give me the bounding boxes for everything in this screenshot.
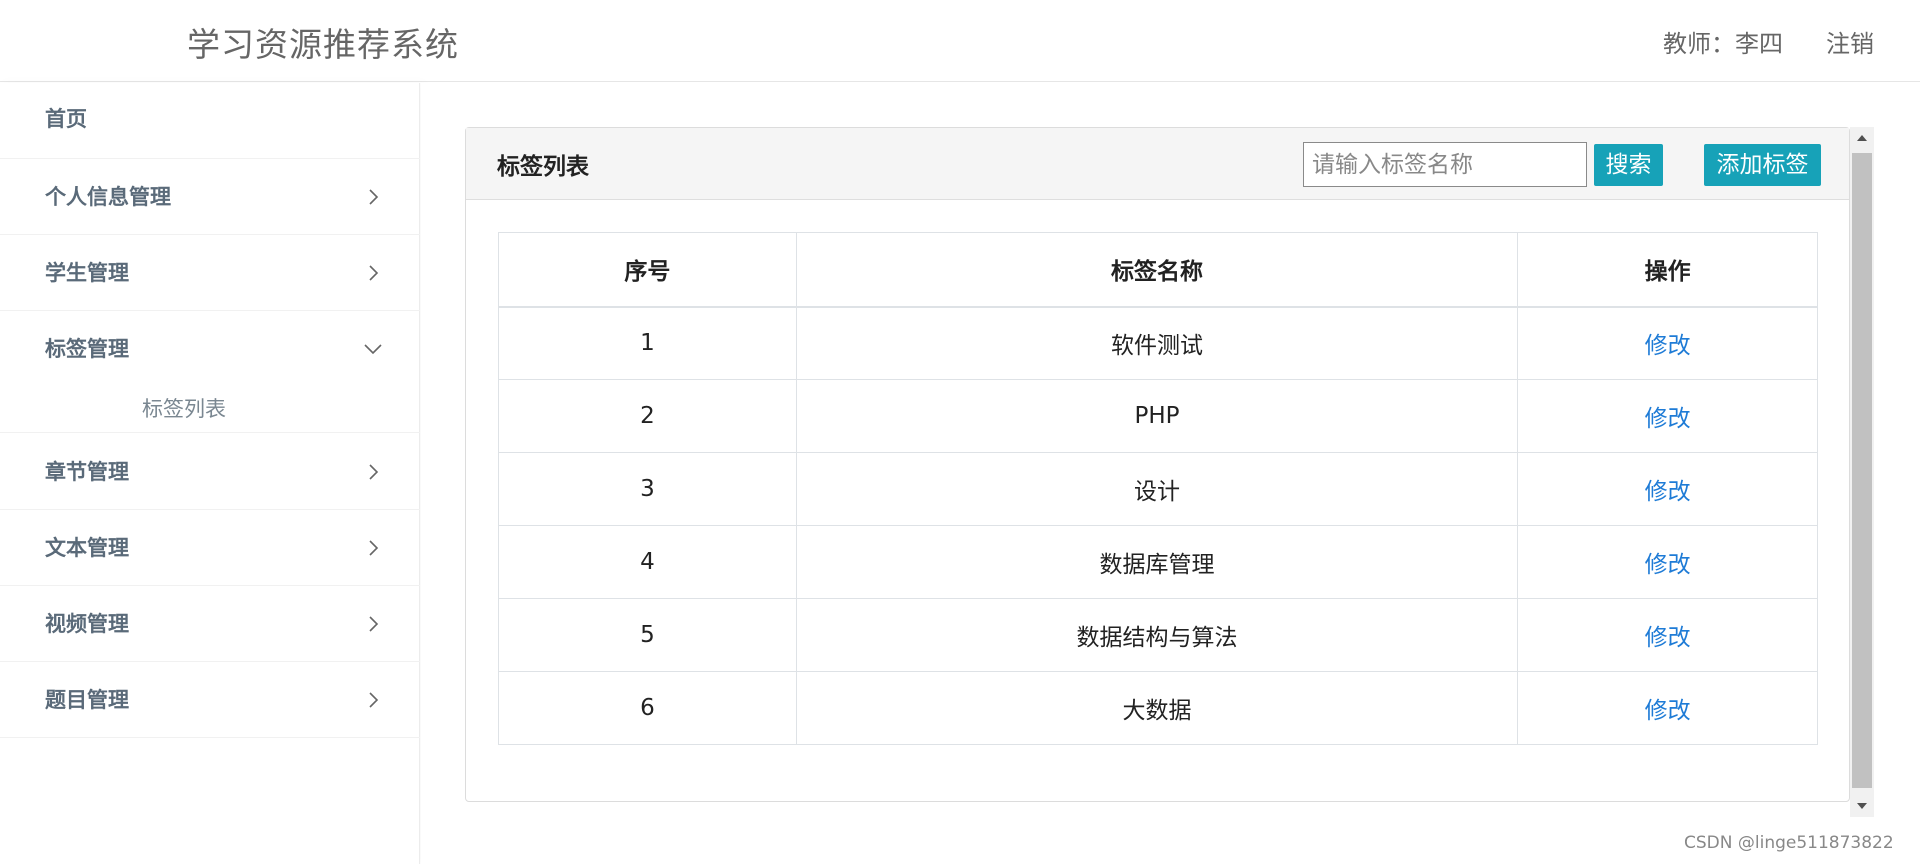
sidebar-item-label: 个人信息管理: [45, 185, 171, 209]
sidebar-item-home[interactable]: 首页: [0, 83, 420, 159]
sidebar-item-label: 题目管理: [45, 688, 129, 712]
current-user-label: 教师：李四: [1663, 30, 1783, 58]
app-title: 学习资源推荐系统: [187, 25, 459, 64]
sidebar-item-label: 视频管理: [45, 612, 129, 636]
column-header-tag-name: 标签名称: [795, 232, 1519, 308]
cell-action: 修改: [1517, 598, 1818, 672]
sidebar-item-tags[interactable]: 标签管理: [0, 311, 420, 387]
column-header-action: 操作: [1517, 232, 1818, 308]
cell-tag-name: 数据结构与算法: [795, 598, 1519, 672]
chevron-right-icon: [362, 262, 384, 284]
chevron-right-icon: [362, 689, 384, 711]
scroll-down-arrow-icon[interactable]: [1850, 795, 1874, 817]
cell-tag-name: 数据库管理: [795, 525, 1519, 599]
cell-action: 修改: [1517, 671, 1818, 745]
search-button[interactable]: 搜索: [1594, 144, 1663, 186]
cell-action: 修改: [1517, 306, 1818, 380]
scroll-up-arrow-icon[interactable]: [1850, 127, 1874, 149]
tag-list-panel: 标签列表 搜索 添加标签 序号 标签名称 操作 1 软件测试 修改 2 PHP …: [465, 127, 1850, 802]
edit-link[interactable]: 修改: [1645, 406, 1691, 432]
logout-link[interactable]: 注销: [1826, 24, 1874, 59]
cell-index: 4: [498, 525, 797, 599]
panel-header: 标签列表 搜索 添加标签: [466, 128, 1849, 200]
chevron-right-icon: [362, 537, 384, 559]
chevron-right-icon: [362, 461, 384, 483]
sidebar: 首页 个人信息管理 学生管理 标签管理 标签列表 章节管理 文本管理 视频管理: [0, 83, 420, 864]
table-row: 6 大数据 修改: [498, 671, 1818, 745]
chevron-right-icon: [362, 186, 384, 208]
cell-index: 2: [498, 379, 797, 453]
vertical-scrollbar[interactable]: [1850, 127, 1874, 817]
cell-tag-name: 大数据: [795, 671, 1519, 745]
cell-index: 3: [498, 452, 797, 526]
edit-link[interactable]: 修改: [1645, 698, 1691, 724]
table-row: 2 PHP 修改: [498, 379, 1818, 453]
cell-index: 6: [498, 671, 797, 745]
cell-action: 修改: [1517, 452, 1818, 526]
tag-search-input[interactable]: [1303, 142, 1587, 187]
cell-index: 5: [498, 598, 797, 672]
cell-index: 1: [498, 306, 797, 380]
sidebar-item-personal-info[interactable]: 个人信息管理: [0, 159, 420, 235]
sidebar-item-label: 文本管理: [45, 536, 129, 560]
sidebar-item-questions[interactable]: 题目管理: [0, 662, 420, 738]
sidebar-item-texts[interactable]: 文本管理: [0, 510, 420, 586]
sidebar-item-label: 章节管理: [45, 460, 129, 484]
edit-link[interactable]: 修改: [1645, 479, 1691, 505]
sidebar-item-videos[interactable]: 视频管理: [0, 586, 420, 662]
table-row: 1 软件测试 修改: [498, 306, 1818, 380]
watermark: CSDN @linge511873822: [1684, 833, 1894, 853]
sidebar-subitem-tag-list[interactable]: 标签列表: [0, 381, 420, 433]
scrollbar-thumb[interactable]: [1852, 153, 1872, 788]
edit-link[interactable]: 修改: [1645, 625, 1691, 651]
sidebar-item-label: 标签管理: [45, 337, 129, 361]
table-row: 4 数据库管理 修改: [498, 525, 1818, 599]
sidebar-item-chapters[interactable]: 章节管理: [0, 434, 420, 510]
cell-tag-name: 设计: [795, 452, 1519, 526]
table-row: 3 设计 修改: [498, 452, 1818, 526]
edit-link[interactable]: 修改: [1645, 552, 1691, 578]
table-row: 5 数据结构与算法 修改: [498, 598, 1818, 672]
sidebar-item-students[interactable]: 学生管理: [0, 235, 420, 311]
column-header-index: 序号: [498, 232, 797, 308]
edit-link[interactable]: 修改: [1645, 333, 1691, 359]
cell-action: 修改: [1517, 525, 1818, 599]
add-tag-button[interactable]: 添加标签: [1704, 144, 1821, 186]
cell-action: 修改: [1517, 379, 1818, 453]
top-header: 学习资源推荐系统 教师：李四 注销: [0, 0, 1920, 82]
panel-title: 标签列表: [497, 154, 589, 180]
sidebar-subitem-label: 标签列表: [142, 397, 226, 421]
sidebar-item-label: 首页: [45, 107, 87, 131]
chevron-down-icon: [362, 338, 384, 360]
chevron-right-icon: [362, 613, 384, 635]
cell-tag-name: PHP: [795, 379, 1519, 453]
sidebar-item-label: 学生管理: [45, 261, 129, 285]
cell-tag-name: 软件测试: [795, 306, 1519, 380]
table-header-row: 序号 标签名称 操作: [498, 232, 1818, 308]
tag-table: 序号 标签名称 操作 1 软件测试 修改 2 PHP 修改 3 设计 修改 4 …: [498, 232, 1818, 745]
